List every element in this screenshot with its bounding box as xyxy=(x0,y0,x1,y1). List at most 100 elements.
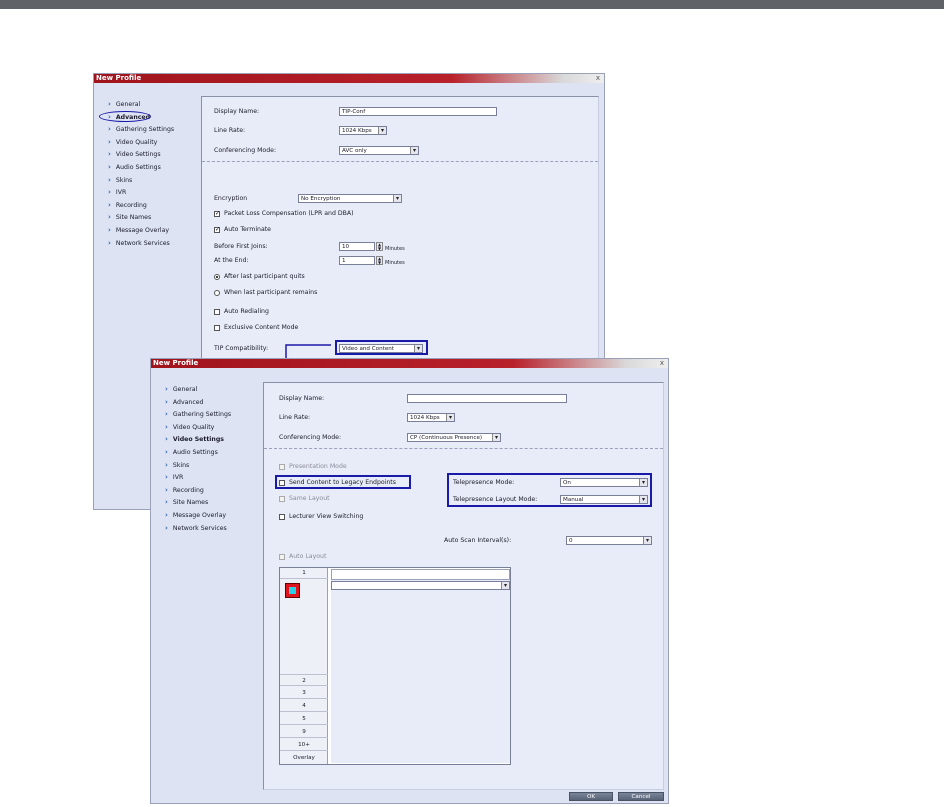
layout-thumbnail[interactable] xyxy=(285,583,300,598)
sidebar-item-video-quality[interactable]: Video Quality xyxy=(165,423,214,431)
cancel-button[interactable]: Cancel xyxy=(618,792,664,801)
layout-count-3[interactable]: 3 xyxy=(280,687,328,699)
sidebar-item-site-names[interactable]: Site Names xyxy=(165,498,208,506)
telepresence-highlight-box xyxy=(447,473,652,507)
close-icon[interactable]: x xyxy=(660,359,664,368)
auto-layout-label: Auto Layout xyxy=(289,553,327,560)
conferencing-mode-label: Conferencing Mode: xyxy=(279,434,342,441)
auto-terminate-label: Auto Terminate xyxy=(224,226,271,233)
sidebar-item-gathering-settings[interactable]: Gathering Settings xyxy=(108,125,174,133)
minutes-label-2: Minutes xyxy=(385,260,405,266)
lecturer-view-label: Lecturer View Switching xyxy=(289,513,364,520)
layout-count-10-plus[interactable]: 10+ xyxy=(280,739,328,751)
window-title: New Profile xyxy=(96,74,142,82)
sidebar-item-skins[interactable]: Skins xyxy=(165,461,189,469)
conferencing-mode-label: Conferencing Mode: xyxy=(214,147,277,154)
sidebar-item-audio-settings[interactable]: Audio Settings xyxy=(165,448,218,456)
layout-thumbnail-cell xyxy=(289,587,296,594)
sidebar-item-general[interactable]: General xyxy=(108,100,140,108)
auto-redialing-label: Auto Redialing xyxy=(224,308,269,315)
sidebar-item-site-names[interactable]: Site Names xyxy=(108,213,151,221)
title-bar: New Profile x xyxy=(151,359,668,368)
tip-compatibility-label: TIP Compatibility: xyxy=(214,345,269,352)
encryption-label: Encryption xyxy=(214,195,248,202)
sidebar-item-audio-settings[interactable]: Audio Settings xyxy=(108,163,161,171)
before-first-spinner[interactable]: ▲ ▼ xyxy=(376,242,383,251)
auto-terminate-checkbox[interactable]: ✓ xyxy=(214,227,220,233)
sidebar-item-video-settings[interactable]: Video Settings xyxy=(108,150,161,158)
auto-redialing-checkbox[interactable] xyxy=(214,309,220,315)
same-layout-checkbox[interactable] xyxy=(279,496,285,502)
sidebar-item-message-overlay[interactable]: Message Overlay xyxy=(108,226,169,234)
sidebar-item-general[interactable]: General xyxy=(165,385,197,393)
layout-cell-participant-select[interactable] xyxy=(331,581,510,590)
line-rate-select[interactable]: 1024 Kbps xyxy=(339,126,387,135)
sidebar-item-message-overlay[interactable]: Message Overlay xyxy=(165,511,226,519)
window-title: New Profile xyxy=(153,359,199,367)
exclusive-content-checkbox[interactable] xyxy=(214,325,220,331)
divider xyxy=(264,448,663,449)
top-bar xyxy=(0,0,944,9)
layout-count-5[interactable]: 5 xyxy=(280,713,328,725)
sidebar-item-recording[interactable]: Recording xyxy=(165,486,204,494)
sidebar-item-network-services[interactable]: Network Services xyxy=(108,239,170,247)
ok-button[interactable]: OK xyxy=(569,792,613,801)
line-rate-label: Line Rate: xyxy=(214,127,246,134)
sidebar-item-network-services[interactable]: Network Services xyxy=(165,524,227,532)
sidebar-item-ivr[interactable]: IVR xyxy=(165,473,183,481)
auto-scan-interval-select[interactable]: 0 xyxy=(566,536,652,545)
new-profile-window-video-settings: New Profile x General Advanced Gathering S… xyxy=(150,358,669,804)
tip-highlight-box xyxy=(335,340,428,355)
after-last-quits-label: After last participant quits xyxy=(224,273,305,280)
at-the-end-spinner[interactable]: ▲ ▼ xyxy=(376,256,383,265)
sidebar-item-video-quality[interactable]: Video Quality xyxy=(108,138,157,146)
sidebar-item-gathering-settings[interactable]: Gathering Settings xyxy=(165,410,231,418)
layout-count-9[interactable]: 9 xyxy=(280,726,328,738)
layout-number-column: 1 2 3 4 5 9 10+ Overlay xyxy=(280,568,328,764)
presentation-mode-checkbox[interactable] xyxy=(279,464,285,470)
before-first-joins-label: Before First Joins: xyxy=(214,243,268,250)
plc-label: Packet Loss Compensation (LPR and DBA) xyxy=(224,210,354,217)
sidebar-item-skins[interactable]: Skins xyxy=(108,176,132,184)
conferencing-mode-select[interactable]: AVC only xyxy=(339,146,419,155)
at-the-end-input[interactable]: 1 xyxy=(339,256,375,265)
sidebar-item-advanced[interactable]: Advanced xyxy=(165,398,204,406)
at-the-end-label: At the End: xyxy=(214,257,249,264)
when-last-remains-radio[interactable] xyxy=(214,290,220,296)
layout-editor: 1 2 3 4 5 9 10+ Overlay xyxy=(279,567,511,765)
exclusive-content-label: Exclusive Content Mode xyxy=(224,324,299,331)
lecturer-view-checkbox[interactable] xyxy=(279,514,285,520)
sidebar-item-ivr[interactable]: IVR xyxy=(108,188,126,196)
display-name-input[interactable]: TIP-Conf xyxy=(339,107,497,116)
layout-count-2[interactable]: 2 xyxy=(280,674,328,686)
after-last-quits-radio[interactable] xyxy=(214,274,220,280)
sidebar-item-video-settings[interactable]: Video Settings xyxy=(165,435,224,443)
plc-checkbox[interactable]: ✓ xyxy=(214,211,220,217)
same-layout-label: Same Layout xyxy=(289,495,330,502)
title-bar: New Profile x xyxy=(94,74,604,83)
layout-count-1[interactable]: 1 xyxy=(280,568,328,579)
sidebar: GeneralAdvancedGathering SettingsVideo Q… xyxy=(108,100,204,260)
layout-count-overlay[interactable]: Overlay xyxy=(280,752,328,764)
line-rate-select[interactable]: 1024 Kbps xyxy=(407,413,455,422)
conferencing-mode-select[interactable]: CP (Continuous Presence) xyxy=(407,433,501,442)
layout-preview xyxy=(331,569,510,763)
minutes-label-1: Minutes xyxy=(385,246,405,252)
sidebar-item-recording[interactable]: Recording xyxy=(108,201,147,209)
layout-count-4[interactable]: 4 xyxy=(280,700,328,712)
send-content-highlight-box xyxy=(275,475,411,489)
auto-scan-interval-label: Auto Scan Interval(s): xyxy=(444,537,512,544)
encryption-select[interactable]: No Encryption xyxy=(298,194,402,203)
layout-cell-header xyxy=(331,569,510,580)
display-name-label: Display Name: xyxy=(214,108,260,115)
when-last-remains-label: When last participant remains xyxy=(224,289,318,296)
auto-layout-checkbox[interactable] xyxy=(279,554,285,560)
close-icon[interactable]: x xyxy=(596,74,600,83)
presentation-mode-label: Presentation Mode xyxy=(289,463,347,470)
display-name-label: Display Name: xyxy=(279,395,325,402)
divider xyxy=(202,161,598,162)
before-first-joins-input[interactable]: 10 xyxy=(339,242,375,251)
display-name-input[interactable] xyxy=(407,394,567,403)
line-rate-label: Line Rate: xyxy=(279,414,311,421)
settings-panel: Display Name: Line Rate: 1024 Kbps Confe… xyxy=(263,382,664,790)
